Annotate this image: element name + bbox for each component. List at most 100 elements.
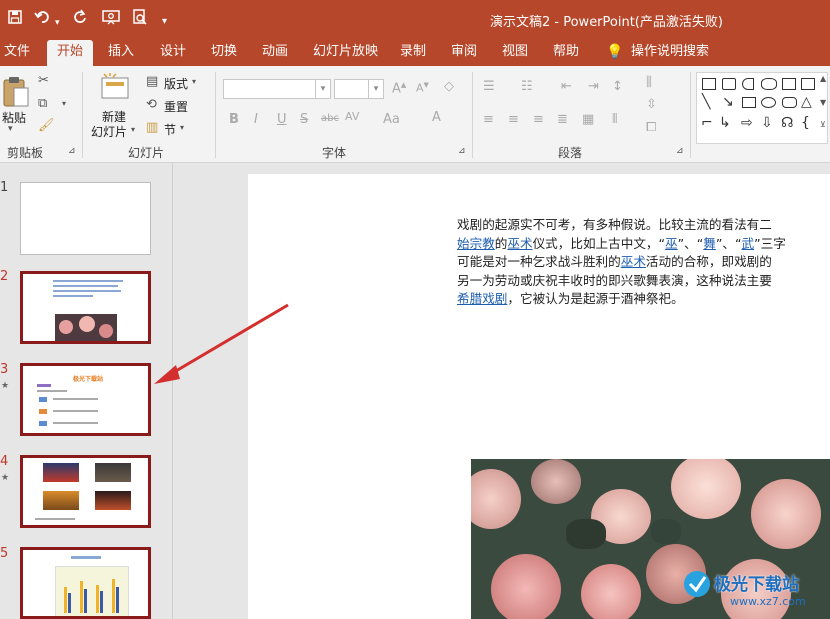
align-center-icon[interactable]: ≡ bbox=[508, 112, 519, 127]
align-right-icon[interactable]: ≡ bbox=[533, 112, 544, 127]
tab-help[interactable]: 帮助 bbox=[553, 40, 579, 66]
hyperlink[interactable]: 始宗教 bbox=[457, 236, 495, 251]
text-direction-icon[interactable]: ⫼ bbox=[646, 75, 652, 90]
right-arrow-icon[interactable]: ⇨ bbox=[741, 115, 753, 131]
tab-view[interactable]: 视图 bbox=[502, 40, 528, 66]
customize-icon[interactable]: ▾ bbox=[162, 12, 167, 32]
down-arrow-icon[interactable]: ⇩ bbox=[761, 115, 773, 131]
save-icon[interactable] bbox=[7, 9, 23, 30]
hyperlink[interactable]: 希腊戏剧 bbox=[457, 291, 507, 306]
triangle-shape-icon[interactable]: △ bbox=[801, 94, 812, 110]
copy-icon[interactable]: ⧉ bbox=[38, 96, 47, 111]
hyperlink[interactable]: 巫术 bbox=[621, 254, 646, 269]
copy-dropdown-icon[interactable]: ▾ bbox=[62, 99, 66, 108]
slide-thumbnail-3[interactable]: 极光下载站 bbox=[20, 363, 151, 436]
change-case-icon[interactable]: Aa bbox=[383, 112, 400, 127]
new-slide-icon[interactable] bbox=[98, 72, 132, 106]
distributed-icon[interactable]: ▦ bbox=[582, 112, 594, 127]
rounded-rect-icon[interactable] bbox=[782, 97, 797, 108]
oval-shape-icon[interactable] bbox=[761, 97, 776, 108]
underline-icon[interactable]: U bbox=[277, 112, 287, 127]
tab-insert[interactable]: 插入 bbox=[108, 40, 134, 66]
gallery-more-icon[interactable]: ⊻ bbox=[820, 120, 826, 129]
slide-thumbnail-4[interactable] bbox=[20, 455, 151, 528]
paste-dropdown-icon[interactable]: ▾ bbox=[8, 124, 13, 134]
connector-icon[interactable]: ⌐ bbox=[701, 115, 713, 131]
strikethrough-icon[interactable]: abc bbox=[321, 113, 339, 124]
decrease-indent-icon[interactable]: ⇤ bbox=[561, 79, 572, 94]
undo-dropdown-icon[interactable]: ▾ bbox=[55, 13, 60, 33]
section-label[interactable]: 节 bbox=[164, 121, 176, 138]
gallery-up-icon[interactable]: ▲ bbox=[820, 74, 826, 83]
arrow-line-icon[interactable]: ↘ bbox=[722, 94, 734, 110]
numbering-icon[interactable]: ☷ bbox=[521, 79, 533, 94]
align-text-icon[interactable]: ⇳ bbox=[646, 97, 657, 112]
freeform-icon[interactable]: ☊ bbox=[781, 115, 793, 131]
section-dropdown-icon[interactable]: ▾ bbox=[180, 123, 184, 132]
preview-icon[interactable] bbox=[132, 9, 148, 30]
new-slide-dropdown-icon[interactable]: ▾ bbox=[131, 125, 135, 134]
layout-dropdown-icon[interactable]: ▾ bbox=[192, 77, 196, 86]
font-size-combo[interactable]: ▾ bbox=[334, 79, 384, 99]
gallery-down-icon[interactable]: ▼ bbox=[820, 98, 826, 107]
increase-indent-icon[interactable]: ⇥ bbox=[588, 79, 599, 94]
tab-transitions[interactable]: 切换 bbox=[211, 40, 237, 66]
bold-icon[interactable]: B bbox=[229, 112, 239, 127]
elbow-arrow-icon[interactable]: ↳ bbox=[719, 115, 731, 131]
decrease-font-icon[interactable]: A▼ bbox=[416, 81, 429, 95]
line-spacing-icon[interactable]: ↕ bbox=[612, 79, 623, 94]
hyperlink[interactable]: 武 bbox=[742, 236, 755, 251]
rectangle-shape-icon[interactable] bbox=[742, 97, 756, 108]
tab-design[interactable]: 设计 bbox=[160, 40, 186, 66]
cloud-shape-icon[interactable] bbox=[761, 78, 777, 90]
textbox-a-icon[interactable] bbox=[801, 78, 815, 90]
tab-slideshow[interactable]: 幻灯片放映 bbox=[313, 40, 378, 66]
tab-file[interactable]: 文件 bbox=[4, 40, 30, 66]
clipboard-launcher-icon[interactable]: ⊿ bbox=[68, 146, 76, 156]
layout-icon[interactable]: ▤ bbox=[146, 74, 158, 89]
reset-icon[interactable]: ⟲ bbox=[146, 97, 157, 112]
reset-label[interactable]: 重置 bbox=[164, 98, 188, 115]
increase-font-icon[interactable]: A▲ bbox=[392, 81, 406, 96]
font-name-combo[interactable]: ▾ bbox=[223, 79, 331, 99]
textbox-shape-icon[interactable] bbox=[702, 78, 716, 90]
tell-me-search[interactable]: 操作说明搜索 bbox=[631, 40, 709, 66]
tab-animations[interactable]: 动画 bbox=[262, 40, 288, 66]
redo-icon[interactable] bbox=[72, 9, 88, 30]
slide-thumbnail-2[interactable] bbox=[20, 271, 151, 344]
new-slide-label-2[interactable]: 幻灯片 bbox=[91, 123, 127, 140]
undo-icon[interactable] bbox=[34, 9, 52, 30]
tab-home[interactable]: 开始 bbox=[47, 40, 94, 66]
paste-icon[interactable] bbox=[2, 74, 30, 112]
justify-icon[interactable]: ≣ bbox=[557, 112, 568, 127]
align-left-icon[interactable]: ≡ bbox=[483, 112, 494, 127]
smartart-icon[interactable]: ⧠ bbox=[646, 120, 656, 135]
hyperlink[interactable]: 舞 bbox=[703, 236, 716, 251]
hyperlink[interactable]: 巫术 bbox=[507, 236, 532, 251]
vertical-textbox-icon[interactable] bbox=[722, 78, 736, 90]
present-icon[interactable] bbox=[102, 9, 120, 30]
slide-thumbnail-5[interactable] bbox=[20, 547, 151, 619]
bullets-icon[interactable]: ☰ bbox=[483, 79, 495, 94]
shadow-icon[interactable]: S bbox=[300, 112, 308, 127]
hyperlink[interactable]: 巫 bbox=[665, 236, 678, 251]
section-icon[interactable]: ▥ bbox=[146, 120, 158, 135]
moon-shape-icon[interactable] bbox=[742, 78, 754, 90]
tab-record[interactable]: 录制 bbox=[400, 40, 426, 66]
font-launcher-icon[interactable]: ⊿ bbox=[458, 146, 466, 156]
format-painter-icon[interactable]: 🖌 bbox=[38, 118, 55, 133]
tab-review[interactable]: 审阅 bbox=[451, 40, 477, 66]
image-shape-icon[interactable] bbox=[782, 78, 796, 90]
columns-icon[interactable]: ⫴ bbox=[612, 112, 617, 127]
slide-thumbnail-1[interactable] bbox=[20, 182, 151, 255]
shapes-gallery[interactable]: ╲ ↘ △ ⌐ ↳ ⇨ ⇩ ☊ { bbox=[696, 72, 828, 144]
paste-label[interactable]: 粘贴 bbox=[2, 109, 26, 126]
slide-text-box[interactable]: 戏剧的起源实不可考，有多种假说。比较主流的看法有二 始宗教的巫术仪式，比如上古中… bbox=[457, 216, 830, 309]
cut-icon[interactable]: ✂ bbox=[38, 73, 49, 88]
char-spacing-icon[interactable]: AV bbox=[345, 110, 359, 123]
paragraph-launcher-icon[interactable]: ⊿ bbox=[676, 146, 684, 156]
italic-icon[interactable]: I bbox=[254, 112, 258, 127]
layout-label[interactable]: 版式 bbox=[164, 75, 188, 92]
line-shape-icon[interactable]: ╲ bbox=[702, 94, 710, 110]
brace-icon[interactable]: { bbox=[801, 115, 810, 131]
